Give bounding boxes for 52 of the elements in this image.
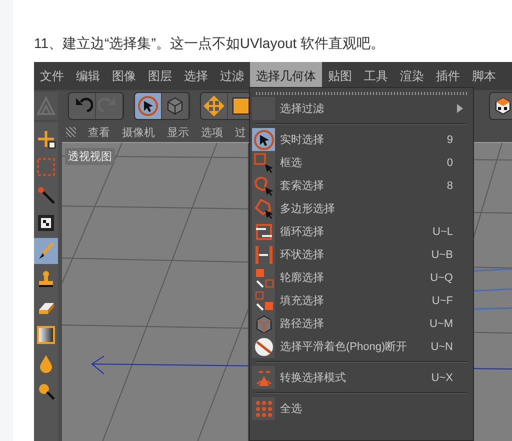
cursor-icon [137,95,159,117]
toolbar-button[interactable] [135,93,162,119]
fill-select-icon [252,290,274,312]
menu-option[interactable]: 框选 0 [252,151,473,174]
grip-icon [256,92,467,95]
magnifier-icon [36,381,56,401]
menu-option[interactable]: 选择平滑着色(Phong)断开 U~N [252,335,473,358]
polygon-select-icon [252,198,274,220]
menu-item[interactable]: 贴图 [322,62,358,90]
menu-option[interactable]: 路径选择 U~M [252,312,473,335]
menu-option[interactable]: 轮廓选择 U~Q [252,266,473,289]
menu-item[interactable]: 图像 [106,62,142,90]
view-menu-item[interactable]: 过 [235,124,246,140]
menu-option[interactable]: 多边形选择 [252,197,473,220]
menu-item[interactable]: 过滤 [214,62,250,90]
logo-icon [35,95,57,117]
move-icon [203,95,225,117]
menu-item[interactable]: 文件 [34,62,70,90]
cursor-icon [252,128,274,150]
rectangle-select-icon [252,152,274,174]
view-menu-item[interactable]: 显示 [167,124,189,140]
sphere-icon [252,336,274,358]
dashed-square-icon [36,157,56,177]
lasso-icon [252,174,274,196]
gradient-icon [36,325,56,345]
grip-icon [66,127,76,137]
menu-item[interactable]: 编辑 [70,62,106,90]
menu-item[interactable]: 插件 [430,62,466,90]
submenu-arrow-icon [457,104,463,113]
view-menu-item[interactable]: 摄像机 [122,124,155,140]
menu-item[interactable]: 选择 [178,62,214,90]
magic-wand-icon [36,185,56,205]
checker-icon [36,213,56,233]
view-menu-item[interactable]: 选项 [201,124,223,140]
viewport-label: 透视视图 [65,148,115,165]
article-heading: 11、建立边“选择集”。这一点不如UVlayout 软件直观吧。 [34,34,386,53]
menu-option[interactable]: 填充选择 U~F [252,289,473,312]
menu-option[interactable]: 循环选择 U~L [252,220,473,243]
view-menu-item[interactable]: 查看 [88,124,110,140]
ring-icon [252,244,274,266]
menu-option[interactable]: 全选 [252,397,473,420]
stamp-icon [36,269,56,289]
menu-option[interactable]: 环状选择 U~B [252,243,473,266]
move-icon [36,129,56,149]
menu-item[interactable]: 图层 [142,62,178,90]
menu-option[interactable]: 套索选择 8 [252,174,473,197]
menu-option[interactable]: 实时选择 9 [252,128,473,151]
menu-option[interactable]: 转换选择模式 U~X [252,366,473,389]
menu-item[interactable]: 渲染 [394,62,430,90]
menu-item[interactable]: 脚本 [466,62,502,90]
brush-icon [36,241,56,261]
menu-item[interactable]: 工具 [358,62,394,90]
